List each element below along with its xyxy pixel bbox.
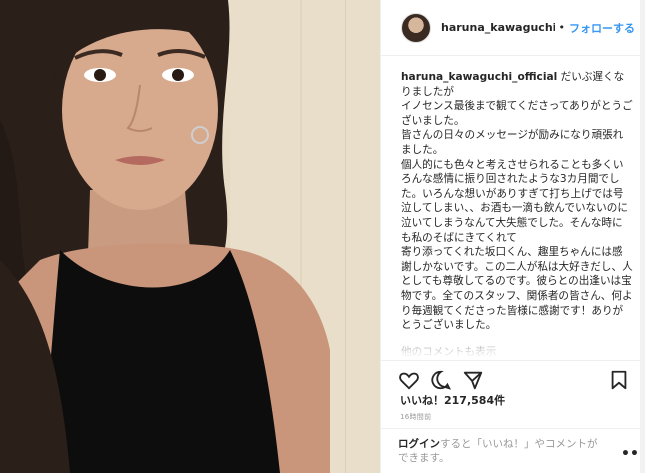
caption-line-5: 寄り添ってくれた坂口くん、趣里ちゃんには感謝しかないです。この二人が私は大好きだ… (401, 246, 633, 332)
post-time: 16時間前 (400, 413, 432, 421)
post-photo[interactable] (0, 0, 380, 473)
caption-line-2: イノセンス最後まで観てくださってありがとうございました。 (401, 100, 633, 127)
caption-line-4: 個人的にも色々と考えさせられることも多くいろんな感情に振り回されたような3カ月間… (401, 158, 628, 244)
caption-line-3: 皆さんの日々のメッセージが励みになり頑張れました。 (401, 129, 624, 156)
action-bar (380, 360, 645, 396)
follow-button[interactable]: フォローする (569, 20, 635, 36)
comment-icon[interactable] (430, 369, 452, 391)
caption-fade (401, 348, 633, 358)
post-header: haruna_kawaguchi_of • フォローする (381, 0, 645, 56)
likes-count[interactable]: いいね！217,584件 (400, 392, 505, 408)
share-icon[interactable] (462, 369, 484, 391)
caption-username[interactable]: haruna_kawaguchi_official (401, 71, 557, 83)
header-username[interactable]: haruna_kawaguchi_of (441, 21, 555, 34)
scrollbar[interactable] (640, 0, 645, 473)
avatar[interactable] (401, 12, 431, 43)
login-link[interactable]: ログイン (398, 438, 440, 450)
login-prompt: ログインすると「いいね！」やコメントができます。 (380, 428, 645, 465)
separator-dot: • (558, 21, 566, 34)
heart-icon[interactable] (398, 369, 420, 391)
post-caption: haruna_kawaguchi_official だいぶ遅くなりましたが イノ… (401, 70, 633, 358)
bookmark-icon[interactable] (608, 369, 630, 391)
portrait-image (0, 0, 380, 473)
caption-line-1: haruna_kawaguchi_official だいぶ遅くなりましたが (401, 70, 633, 99)
